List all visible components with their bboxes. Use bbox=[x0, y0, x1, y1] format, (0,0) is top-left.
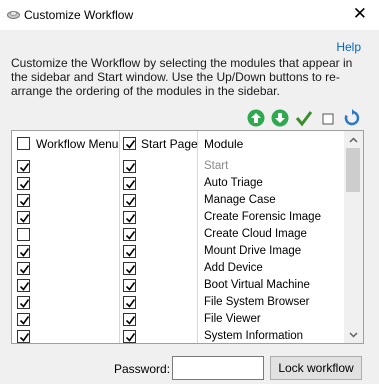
checkmark-icon bbox=[19, 299, 30, 308]
title-bar: Customize Workflow ✕ bbox=[0, 0, 379, 30]
workflow-menu-checkbox[interactable] bbox=[17, 228, 30, 241]
start-page-checkbox[interactable] bbox=[123, 296, 136, 309]
table-row[interactable]: Create Cloud Image bbox=[12, 226, 344, 243]
checkmark-icon bbox=[19, 333, 30, 342]
module-name: Auto Triage bbox=[204, 177, 263, 189]
chevron-up-icon bbox=[349, 136, 358, 143]
start-page-checkbox[interactable] bbox=[123, 245, 136, 258]
workflow-menu-checkbox[interactable] bbox=[17, 330, 30, 343]
checkmark-icon bbox=[125, 231, 136, 240]
table-row[interactable]: Start bbox=[12, 158, 344, 175]
checkmark-icon bbox=[125, 282, 136, 291]
workflow-menu-header-checkbox[interactable] bbox=[17, 137, 30, 150]
checkmark-icon bbox=[19, 316, 30, 325]
scroll-thumb[interactable] bbox=[346, 148, 360, 192]
workflow-menu-checkbox[interactable] bbox=[17, 160, 30, 173]
start-page-checkbox[interactable] bbox=[123, 160, 136, 173]
move-up-button[interactable] bbox=[246, 108, 266, 128]
help-link[interactable]: Help bbox=[336, 40, 361, 54]
uncheck-all-button[interactable] bbox=[318, 108, 338, 128]
table-row[interactable]: File System Browser bbox=[12, 294, 344, 311]
checkmark-icon bbox=[125, 180, 136, 189]
module-name: Boot Virtual Machine bbox=[204, 279, 310, 291]
table-header: Workflow Menu Start Page Module bbox=[12, 131, 344, 157]
checkmark-icon bbox=[125, 163, 136, 172]
check-all-button[interactable] bbox=[294, 108, 314, 128]
window-title: Customize Workflow bbox=[24, 8, 134, 22]
vertical-scrollbar[interactable] bbox=[344, 131, 363, 343]
module-name: Add Device bbox=[204, 262, 263, 274]
start-page-checkbox[interactable] bbox=[123, 177, 136, 190]
module-name: Create Forensic Image bbox=[204, 211, 321, 223]
description-text: Customize the Workflow by selecting the … bbox=[11, 56, 353, 98]
workflow-menu-checkbox[interactable] bbox=[17, 296, 30, 309]
checkmark-icon bbox=[125, 299, 136, 308]
lock-workflow-button[interactable]: Lock workflow bbox=[270, 356, 362, 380]
move-up-icon bbox=[247, 109, 265, 127]
checkmark-icon bbox=[19, 248, 30, 257]
checkmark-icon bbox=[125, 316, 136, 325]
reset-button[interactable] bbox=[342, 108, 362, 128]
checkmark-icon bbox=[125, 333, 136, 342]
start-page-header-checkbox[interactable] bbox=[123, 137, 136, 150]
checkmark-icon bbox=[125, 197, 136, 206]
reset-icon bbox=[344, 109, 360, 126]
checkmark-icon bbox=[125, 140, 136, 149]
modules-table: Workflow Menu Start Page Module Start Aut… bbox=[11, 130, 364, 344]
start-page-checkbox[interactable] bbox=[123, 279, 136, 292]
module-name: Mount Drive Image bbox=[204, 245, 302, 257]
module-name: Manage Case bbox=[204, 194, 276, 206]
start-page-checkbox[interactable] bbox=[123, 194, 136, 207]
workflow-menu-checkbox[interactable] bbox=[17, 262, 30, 275]
check-all-icon bbox=[295, 111, 313, 127]
chevron-down-icon bbox=[349, 331, 358, 338]
checkmark-icon bbox=[19, 282, 30, 291]
uncheck-all-icon bbox=[322, 113, 334, 125]
module-header: Module bbox=[204, 137, 244, 151]
workflow-menu-checkbox[interactable] bbox=[17, 211, 30, 224]
workflow-menu-checkbox[interactable] bbox=[17, 245, 30, 258]
start-page-checkbox[interactable] bbox=[123, 228, 136, 241]
checkmark-icon bbox=[125, 265, 136, 274]
app-icon bbox=[7, 11, 20, 19]
checkmark-icon bbox=[125, 214, 136, 223]
module-name: Start bbox=[204, 160, 229, 172]
workflow-menu-checkbox[interactable] bbox=[17, 194, 30, 207]
table-row[interactable]: Manage Case bbox=[12, 192, 344, 209]
table-row[interactable]: Add Device bbox=[12, 260, 344, 277]
checkmark-icon bbox=[19, 163, 30, 172]
close-button[interactable]: ✕ bbox=[353, 4, 367, 24]
table-row[interactable]: Auto Triage bbox=[12, 175, 344, 192]
move-down-icon bbox=[271, 109, 289, 127]
start-page-checkbox[interactable] bbox=[123, 262, 136, 275]
workflow-menu-checkbox[interactable] bbox=[17, 177, 30, 190]
workflow-menu-checkbox[interactable] bbox=[17, 313, 30, 326]
checkmark-icon bbox=[125, 248, 136, 257]
table-row[interactable]: Boot Virtual Machine bbox=[12, 277, 344, 294]
checkmark-icon bbox=[19, 197, 30, 206]
module-name: System Information bbox=[204, 330, 304, 342]
table-row[interactable]: System Information bbox=[12, 328, 344, 343]
password-label: Password: bbox=[114, 362, 171, 376]
module-name: File System Browser bbox=[204, 296, 310, 308]
checkmark-icon bbox=[19, 214, 30, 223]
table-row[interactable]: File Viewer bbox=[12, 311, 344, 328]
move-down-button[interactable] bbox=[270, 108, 290, 128]
start-page-header: Start Page bbox=[141, 137, 198, 151]
scroll-down-button[interactable] bbox=[344, 326, 363, 343]
workflow-menu-checkbox[interactable] bbox=[17, 279, 30, 292]
scroll-up-button[interactable] bbox=[344, 131, 363, 148]
checkmark-icon bbox=[19, 180, 30, 189]
table-row[interactable]: Create Forensic Image bbox=[12, 209, 344, 226]
password-input[interactable] bbox=[172, 356, 264, 380]
start-page-checkbox[interactable] bbox=[123, 211, 136, 224]
start-page-checkbox[interactable] bbox=[123, 313, 136, 326]
toolbar bbox=[246, 108, 362, 128]
workflow-menu-header: Workflow Menu bbox=[36, 137, 119, 151]
checkmark-icon bbox=[19, 265, 30, 274]
module-name: File Viewer bbox=[204, 313, 261, 325]
table-row[interactable]: Mount Drive Image bbox=[12, 243, 344, 260]
start-page-checkbox[interactable] bbox=[123, 330, 136, 343]
module-name: Create Cloud Image bbox=[204, 228, 307, 240]
